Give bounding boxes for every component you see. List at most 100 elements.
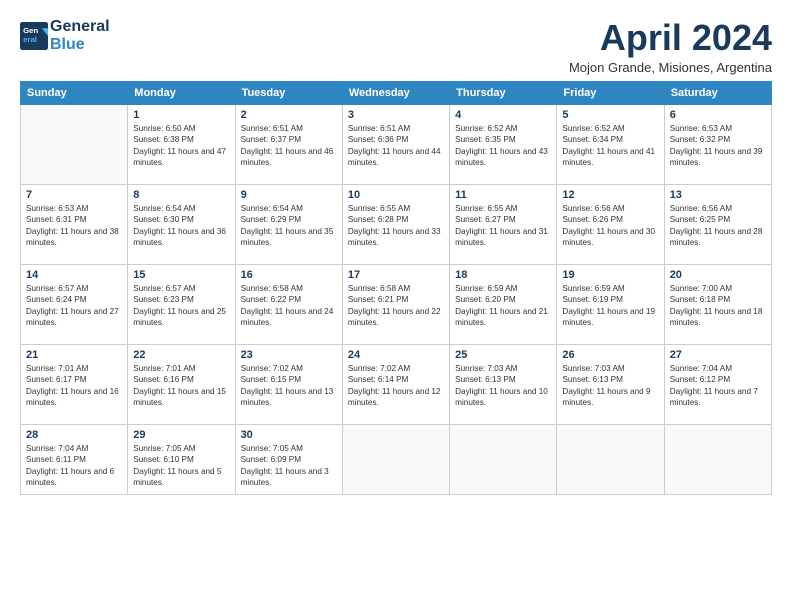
daylight-text: Daylight: 11 hours and 24 minutes. xyxy=(241,307,334,327)
day-number: 24 xyxy=(348,349,444,361)
day-cell: 8 Sunrise: 6:54 AMSunset: 6:30 PMDaylight… xyxy=(128,184,235,264)
daylight-text: Daylight: 11 hours and 3 minutes. xyxy=(241,467,329,487)
day-info: Sunrise: 6:59 AMSunset: 6:19 PMDaylight:… xyxy=(562,283,658,329)
daylight-text: Daylight: 11 hours and 10 minutes. xyxy=(455,387,548,407)
day-cell: 5 Sunrise: 6:52 AMSunset: 6:34 PMDaylight… xyxy=(557,104,664,184)
day-number: 19 xyxy=(562,269,658,281)
sunset-text: Sunset: 6:12 PM xyxy=(670,375,731,384)
day-number: 25 xyxy=(455,349,551,361)
day-cell: 9Sunrise: 6:54 AMSunset: 6:29 PMDaylight… xyxy=(235,184,342,264)
sunrise-text: Sunrise: 6:53 AM xyxy=(670,124,732,133)
day-info: Sunrise: 6:57 AMSunset: 6:24 PMDaylight:… xyxy=(26,283,122,329)
day-number: 23 xyxy=(241,349,337,361)
daylight-text: Daylight: 11 hours and 28 minutes. xyxy=(670,227,763,247)
day-info: Sunrise: 6:54 AMSunset: 6:29 PMDaylight:… xyxy=(241,203,337,249)
daylight-text: Daylight: 11 hours and 43 minutes. xyxy=(455,147,548,167)
day-number: 29 xyxy=(133,429,229,441)
month-title: April 2024 xyxy=(569,18,772,58)
sunset-text: Sunset: 6:28 PM xyxy=(348,215,409,224)
col-header-sunday: Sunday xyxy=(21,81,128,104)
day-cell: 7Sunrise: 6:53 AMSunset: 6:31 PMDaylight… xyxy=(21,184,128,264)
sunrise-text: Sunrise: 6:53 AM xyxy=(26,204,88,213)
day-cell: 14Sunrise: 6:57 AMSunset: 6:24 PMDayligh… xyxy=(21,264,128,344)
sunset-text: Sunset: 6:10 PM xyxy=(133,455,194,464)
day-cell: 22Sunrise: 7:01 AMSunset: 6:16 PMDayligh… xyxy=(128,344,235,424)
sunset-text: Sunset: 6:37 PM xyxy=(241,135,302,144)
day-number: 5 xyxy=(562,109,658,121)
sunrise-text: Sunrise: 7:02 AM xyxy=(348,364,410,373)
week-row-4: 21Sunrise: 7:01 AMSunset: 6:17 PMDayligh… xyxy=(21,344,772,424)
daylight-text: Daylight: 11 hours and 39 minutes. xyxy=(670,147,763,167)
day-info: Sunrise: 6:50 AMSunset: 6:38 PMDaylight:… xyxy=(133,123,229,169)
day-number: 3 xyxy=(348,109,444,121)
day-cell xyxy=(21,104,128,184)
sunset-text: Sunset: 6:21 PM xyxy=(348,295,409,304)
daylight-text: Daylight: 11 hours and 31 minutes. xyxy=(455,227,548,247)
day-info: Sunrise: 7:04 AMSunset: 6:11 PMDaylight:… xyxy=(26,443,122,489)
daylight-text: Daylight: 11 hours and 21 minutes. xyxy=(455,307,548,327)
sunrise-text: Sunrise: 6:51 AM xyxy=(348,124,410,133)
sunset-text: Sunset: 6:24 PM xyxy=(26,295,87,304)
daylight-text: Daylight: 11 hours and 15 minutes. xyxy=(133,387,226,407)
day-number: 8 xyxy=(133,189,229,201)
day-cell: 24Sunrise: 7:02 AMSunset: 6:14 PMDayligh… xyxy=(342,344,449,424)
day-number: 20 xyxy=(670,269,766,281)
day-number: 27 xyxy=(670,349,766,361)
sunrise-text: Sunrise: 7:04 AM xyxy=(670,364,732,373)
daylight-text: Daylight: 11 hours and 9 minutes. xyxy=(562,387,650,407)
day-cell: 15Sunrise: 6:57 AMSunset: 6:23 PMDayligh… xyxy=(128,264,235,344)
day-cell: 13 Sunrise: 6:56 AMSunset: 6:25 PMDayligh… xyxy=(664,184,771,264)
sunset-text: Sunset: 6:31 PM xyxy=(26,215,87,224)
day-number: 6 xyxy=(670,109,766,121)
week-row-1: 1 Sunrise: 6:50 AMSunset: 6:38 PMDaylight… xyxy=(21,104,772,184)
daylight-text: Daylight: 11 hours and 7 minutes. xyxy=(670,387,758,407)
sunrise-text: Sunrise: 7:05 AM xyxy=(133,444,195,453)
sunset-text: Sunset: 6:23 PM xyxy=(133,295,194,304)
sunset-text: Sunset: 6:13 PM xyxy=(562,375,623,384)
day-cell: 17Sunrise: 6:58 AMSunset: 6:21 PMDayligh… xyxy=(342,264,449,344)
day-info: Sunrise: 6:59 AMSunset: 6:20 PMDaylight:… xyxy=(455,283,551,329)
day-number: 2 xyxy=(241,109,337,121)
sunrise-text: Sunrise: 6:59 AM xyxy=(562,284,624,293)
sunrise-text: Sunrise: 7:02 AM xyxy=(241,364,303,373)
day-cell: 2Sunrise: 6:51 AMSunset: 6:37 PMDaylight… xyxy=(235,104,342,184)
week-row-5: 28 Sunrise: 7:04 AMSunset: 6:11 PMDayligh… xyxy=(21,424,772,494)
sunset-text: Sunset: 6:17 PM xyxy=(26,375,87,384)
daylight-text: Daylight: 11 hours and 16 minutes. xyxy=(26,387,119,407)
col-header-friday: Friday xyxy=(557,81,664,104)
calendar-header-row: Sunday Monday Tuesday Wednesday Thursday… xyxy=(21,81,772,104)
day-cell: 11 Sunrise: 6:55 AMSunset: 6:27 PMDayligh… xyxy=(450,184,557,264)
day-number: 28 xyxy=(26,429,122,441)
day-info: Sunrise: 7:03 AMSunset: 6:13 PMDaylight:… xyxy=(455,363,551,409)
sunrise-text: Sunrise: 6:56 AM xyxy=(562,204,624,213)
day-number: 30 xyxy=(241,429,337,441)
day-number: 7 xyxy=(26,189,122,201)
day-info: Sunrise: 7:04 AM Sunset: 6:12 PM Daylight:… xyxy=(670,363,766,409)
day-info: Sunrise: 6:58 AMSunset: 6:21 PMDaylight:… xyxy=(348,283,444,329)
day-info: Sunrise: 6:52 AMSunset: 6:34 PMDaylight:… xyxy=(562,123,658,169)
page: Gen eral General Blue April 2024 Mojon G… xyxy=(0,0,792,612)
daylight-text: Daylight: 11 hours and 18 minutes. xyxy=(670,307,763,327)
day-info: Sunrise: 6:56 AMSunset: 6:25 PMDaylight:… xyxy=(670,203,766,249)
day-number: 10 xyxy=(348,189,444,201)
sunrise-text: Sunrise: 6:58 AM xyxy=(241,284,303,293)
day-cell xyxy=(450,424,557,494)
day-number: 13 xyxy=(670,189,766,201)
daylight-text: Daylight: 11 hours and 33 minutes. xyxy=(348,227,441,247)
sunset-text: Sunset: 6:09 PM xyxy=(241,455,302,464)
sunrise-text: Sunrise: 7:03 AM xyxy=(562,364,624,373)
col-header-thursday: Thursday xyxy=(450,81,557,104)
sunset-text: Sunset: 6:14 PM xyxy=(348,375,409,384)
sunset-text: Sunset: 6:34 PM xyxy=(562,135,623,144)
sunset-text: Sunset: 6:32 PM xyxy=(670,135,731,144)
day-number: 1 xyxy=(133,109,229,121)
sunrise-text: Sunrise: 6:55 AM xyxy=(348,204,410,213)
sunset-text: Sunset: 6:27 PM xyxy=(455,215,516,224)
sunrise-text: Sunrise: 7:01 AM xyxy=(26,364,88,373)
day-cell: 3Sunrise: 6:51 AMSunset: 6:36 PMDaylight… xyxy=(342,104,449,184)
day-info: Sunrise: 6:54 AMSunset: 6:30 PMDaylight:… xyxy=(133,203,229,249)
day-number: 11 xyxy=(455,189,551,201)
day-info: Sunrise: 6:56 AMSunset: 6:26 PMDaylight:… xyxy=(562,203,658,249)
day-info: Sunrise: 6:55 AMSunset: 6:27 PMDaylight:… xyxy=(455,203,551,249)
day-cell: 21Sunrise: 7:01 AMSunset: 6:17 PMDayligh… xyxy=(21,344,128,424)
